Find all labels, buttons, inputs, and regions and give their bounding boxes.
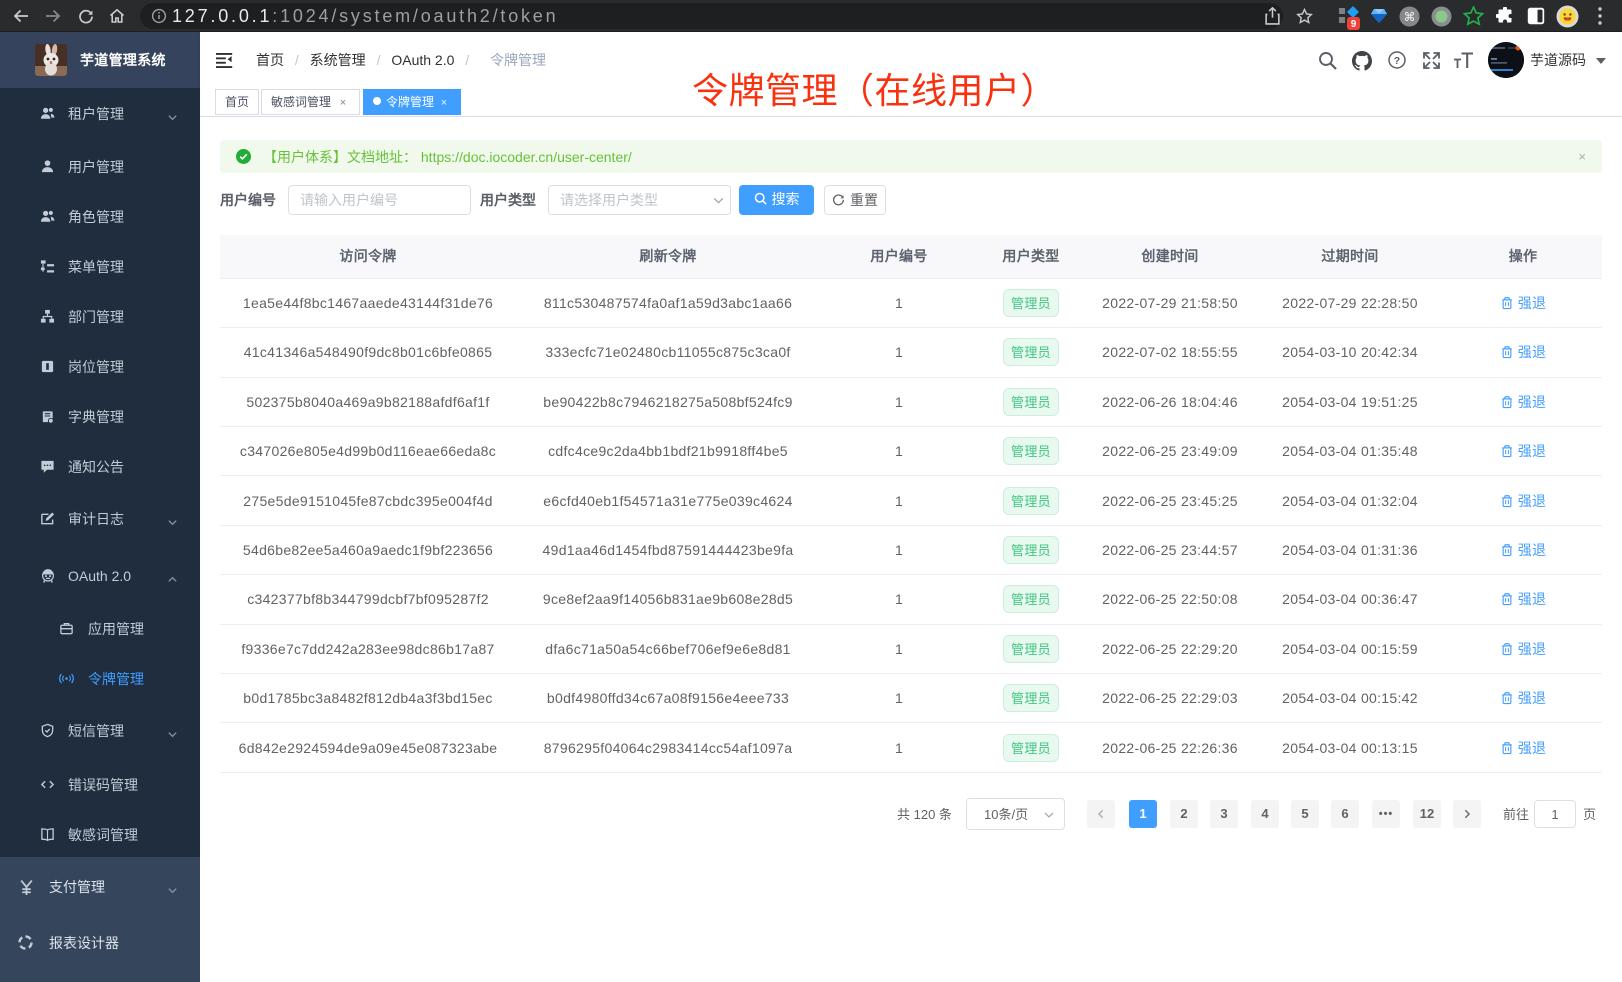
svg-text:?: ? xyxy=(1394,55,1400,67)
svg-text:9: 9 xyxy=(1351,19,1357,30)
svg-text:⌘: ⌘ xyxy=(1404,10,1416,24)
